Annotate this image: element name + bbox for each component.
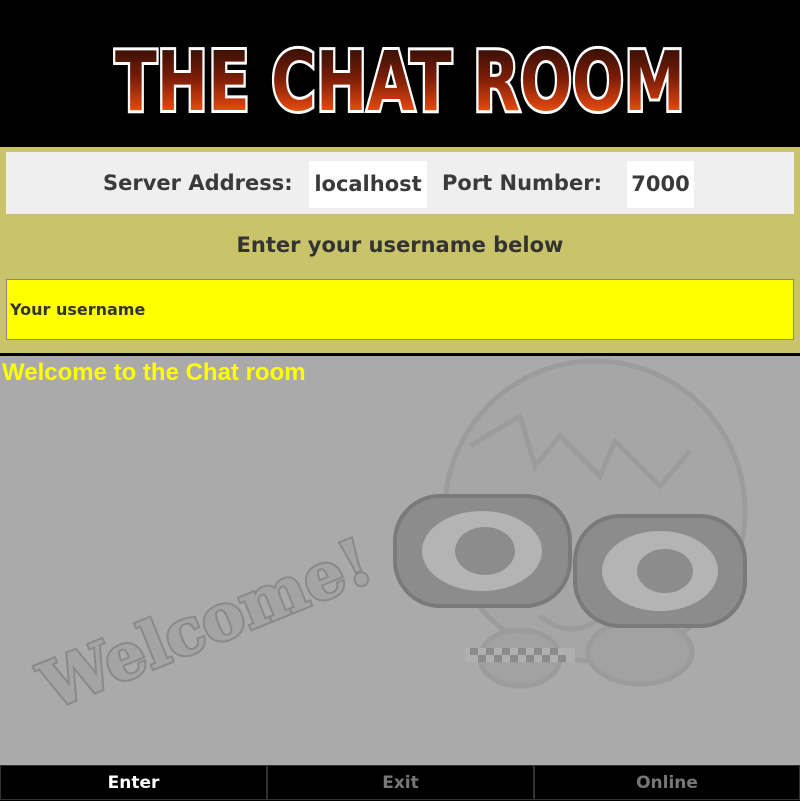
enter-button[interactable]: Enter — [0, 765, 267, 800]
welcome-message: Welcome to the Chat room — [2, 359, 306, 386]
port-number-field[interactable]: 7000 — [627, 161, 694, 208]
server-address-label: Server Address: — [103, 171, 293, 195]
welcome-mascot-illustration: Welcome! — [27, 358, 748, 727]
username-input[interactable] — [7, 280, 793, 339]
exit-button[interactable]: Exit — [267, 765, 534, 800]
username-prompt: Enter your username below — [236, 233, 564, 257]
server-row: Server Address: localhost Port Number: 7… — [6, 152, 794, 214]
username-box[interactable] — [6, 279, 794, 340]
welcome-doodle-text: Welcome! — [29, 524, 382, 725]
chat-room-logo: THE CHAT ROOM — [112, 32, 688, 133]
logo-text: THE CHAT ROOM — [115, 35, 685, 130]
port-number-label: Port Number: — [442, 171, 602, 195]
header-banner: THE CHAT ROOM — [0, 0, 800, 147]
server-address-field[interactable]: localhost — [309, 161, 427, 208]
online-button[interactable]: Online — [534, 765, 800, 800]
chat-area[interactable]: Welcome! Welcome to the Chat room — [0, 356, 800, 765]
button-bar: Enter Exit Online — [0, 765, 800, 800]
connection-panel: Server Address: localhost Port Number: 7… — [0, 147, 800, 353]
